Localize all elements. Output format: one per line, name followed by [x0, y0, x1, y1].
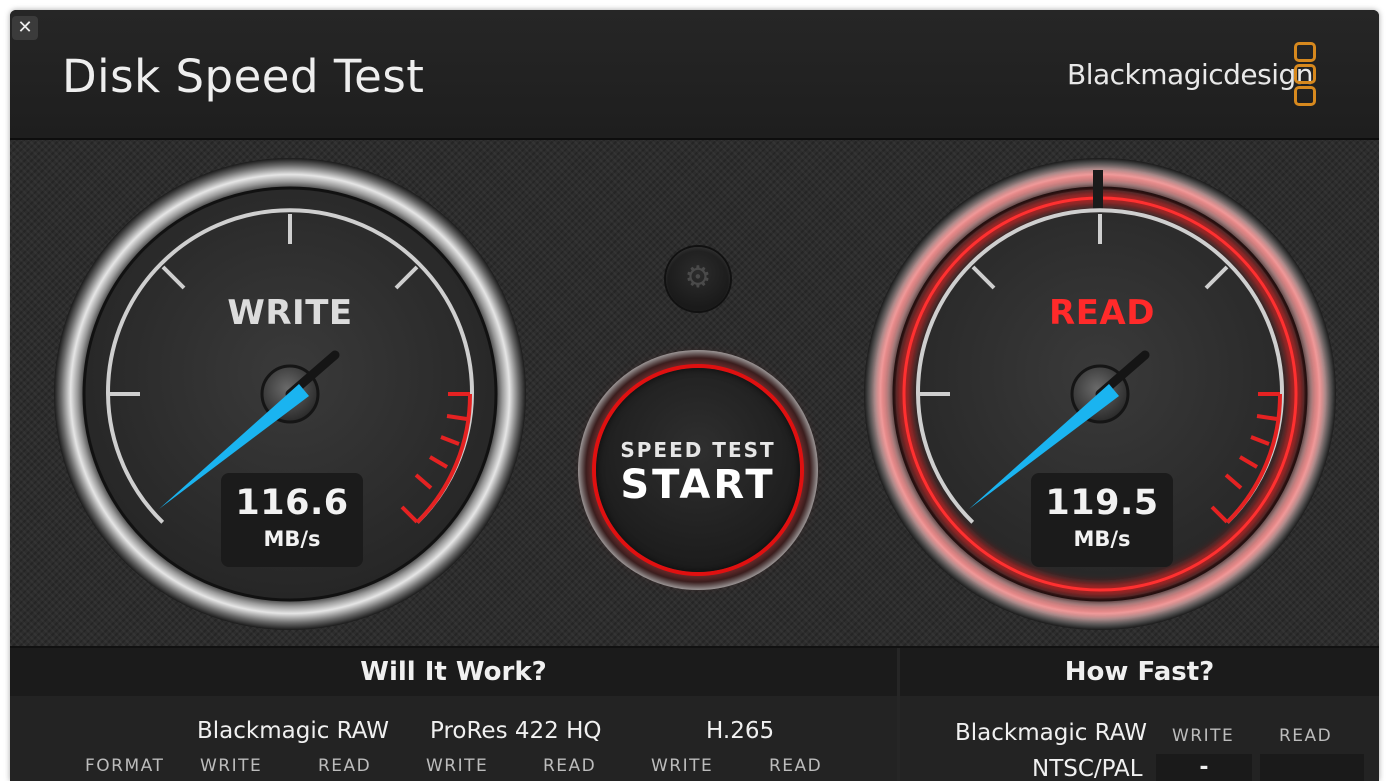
results-area: Will It Work? Blackmagic RAW ProRes 422 …: [10, 648, 1379, 781]
how-fast-read-cell: [1260, 754, 1364, 781]
how-fast-read-col: READ: [1279, 726, 1333, 746]
how-fast-write-value: -: [1199, 755, 1209, 780]
h265-write-col: WRITE: [651, 756, 714, 776]
braw-write-col: WRITE: [200, 756, 263, 776]
app-title: Disk Speed Test: [62, 50, 425, 103]
how-fast-format: Blackmagic RAW: [955, 720, 1147, 746]
start-button-top-label: SPEED TEST: [620, 438, 776, 462]
will-it-work-panel: Will It Work? Blackmagic RAW ProRes 422 …: [10, 648, 897, 781]
format-header-prores: ProRes 422 HQ: [430, 718, 602, 744]
read-gauge-label: READ: [1049, 293, 1155, 333]
close-button[interactable]: ✕: [12, 16, 38, 40]
how-fast-panel: How Fast? Blackmagic RAW WRITE READ NTSC…: [900, 648, 1379, 781]
prores-write-col: WRITE: [426, 756, 489, 776]
start-button-bezel: SPEED TEST START: [578, 350, 818, 590]
how-fast-write-cell: -: [1156, 754, 1252, 781]
how-fast-write-col: WRITE: [1172, 726, 1235, 746]
app-window: Disk Speed Test Blackmagicdesign ✕ WRITE…: [10, 10, 1379, 781]
h265-read-col: READ: [769, 756, 823, 776]
gauge-stage: WRITE 116.6 MB/s READ 119.5 MB/s ⚙ SPEED…: [10, 140, 1379, 648]
close-icon: ✕: [17, 17, 33, 38]
read-readout: 119.5 MB/s: [1031, 473, 1173, 567]
start-button[interactable]: SPEED TEST START: [596, 368, 800, 572]
brand-logo-icon: [1294, 42, 1316, 108]
format-header-braw: Blackmagic RAW: [197, 718, 389, 744]
write-gauge-label: WRITE: [227, 293, 353, 333]
brand-name: Blackmagicdesign: [1067, 58, 1314, 91]
header: Disk Speed Test Blackmagicdesign: [10, 10, 1379, 140]
will-it-work-title: Will It Work?: [10, 648, 897, 696]
how-fast-title: How Fast?: [900, 648, 1379, 696]
settings-button[interactable]: ⚙: [666, 247, 730, 311]
write-speed-value: 116.6: [235, 483, 349, 523]
prores-read-col: READ: [543, 756, 597, 776]
read-speed-value: 119.5: [1045, 483, 1159, 523]
read-speed-unit: MB/s: [1073, 527, 1131, 551]
gear-icon: ⚙: [684, 260, 712, 295]
write-speed-unit: MB/s: [263, 527, 321, 551]
format-column-label: FORMAT: [85, 756, 165, 776]
start-button-label: START: [620, 462, 776, 508]
how-fast-row-label: NTSC/PAL: [1032, 756, 1143, 781]
format-header-h265: H.265: [706, 718, 775, 744]
write-readout: 116.6 MB/s: [221, 473, 363, 567]
braw-read-col: READ: [318, 756, 372, 776]
